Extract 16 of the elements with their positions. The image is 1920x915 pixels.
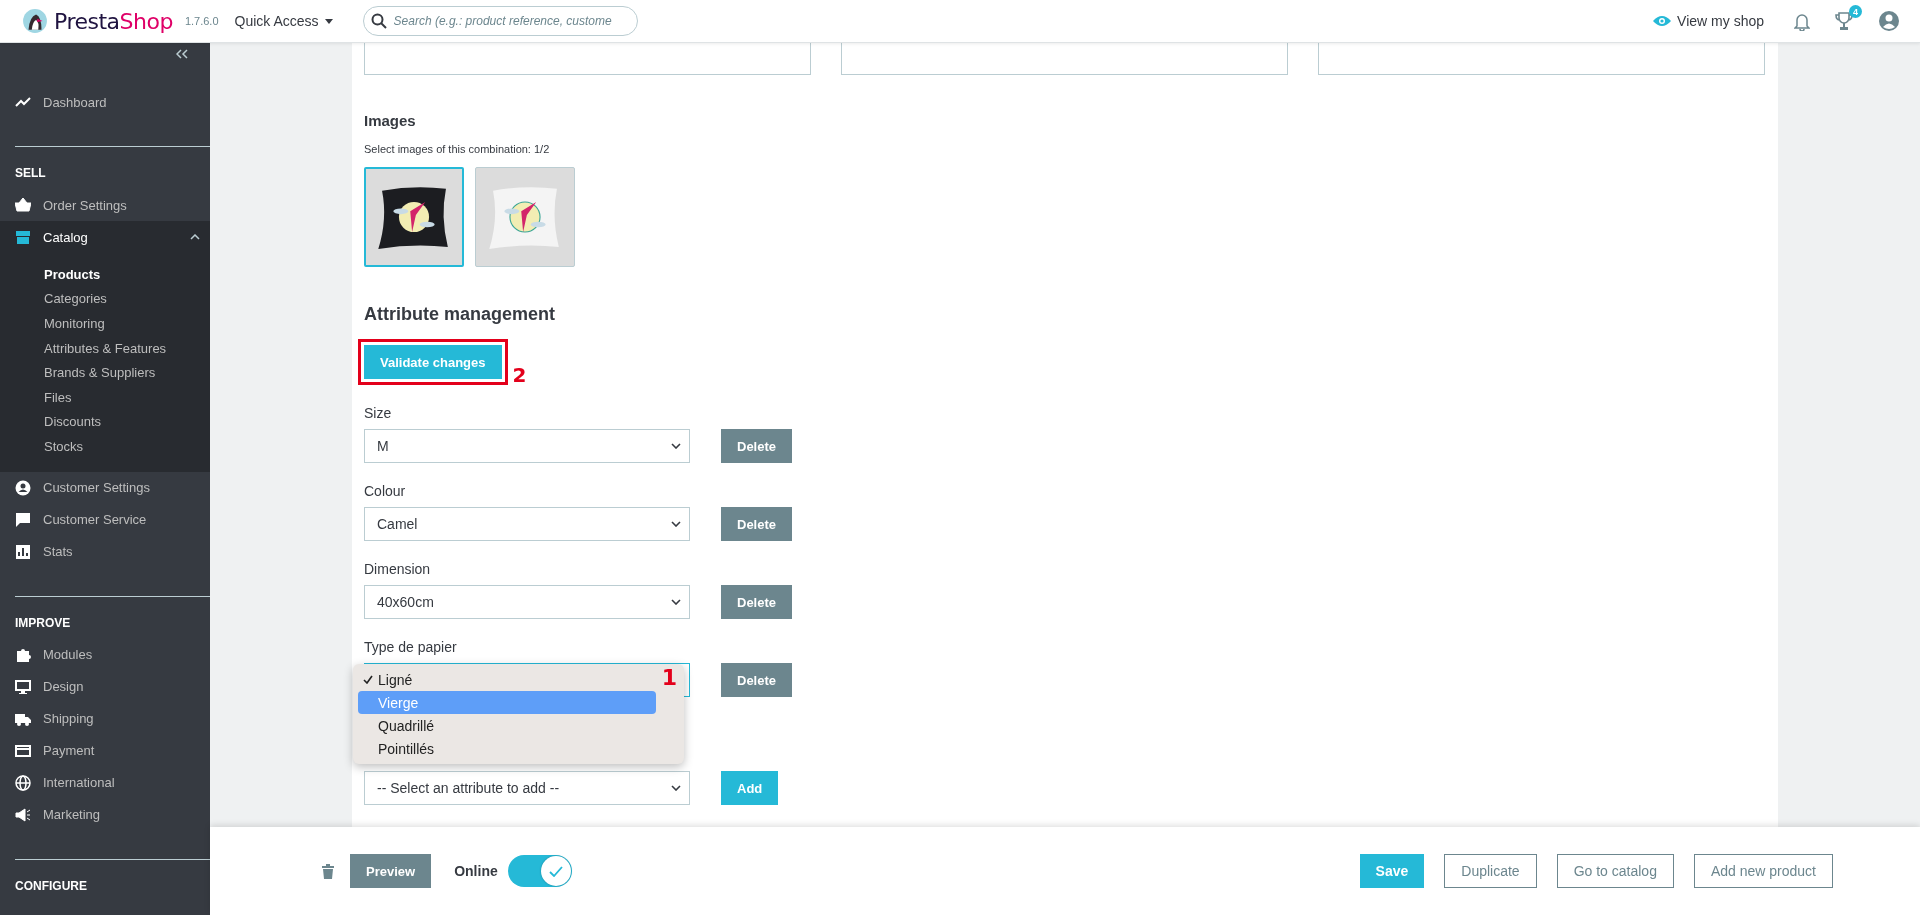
field-label: Type de papier [364, 639, 458, 655]
section-heading: CONFIGURE [14, 877, 88, 895]
field-label: Colour [364, 483, 407, 499]
field-label: Dimension [364, 561, 432, 577]
version-label: 1.7.6.0 [184, 15, 219, 27]
step-number: 1 [661, 667, 677, 689]
online-label: Online [454, 863, 498, 879]
section-heading: SELL [14, 165, 47, 182]
section-title: Images [364, 112, 417, 129]
step-number: 2 [512, 365, 527, 385]
brand-name: PrestaShop [54, 8, 173, 34]
section-title: Attribute management [364, 304, 557, 325]
images-hint: Select images of this combination: 1/2 [364, 143, 551, 155]
section-heading: IMPROVE [14, 614, 72, 632]
field-label: Size [364, 405, 393, 421]
notification-badge: 4 [1849, 5, 1862, 18]
